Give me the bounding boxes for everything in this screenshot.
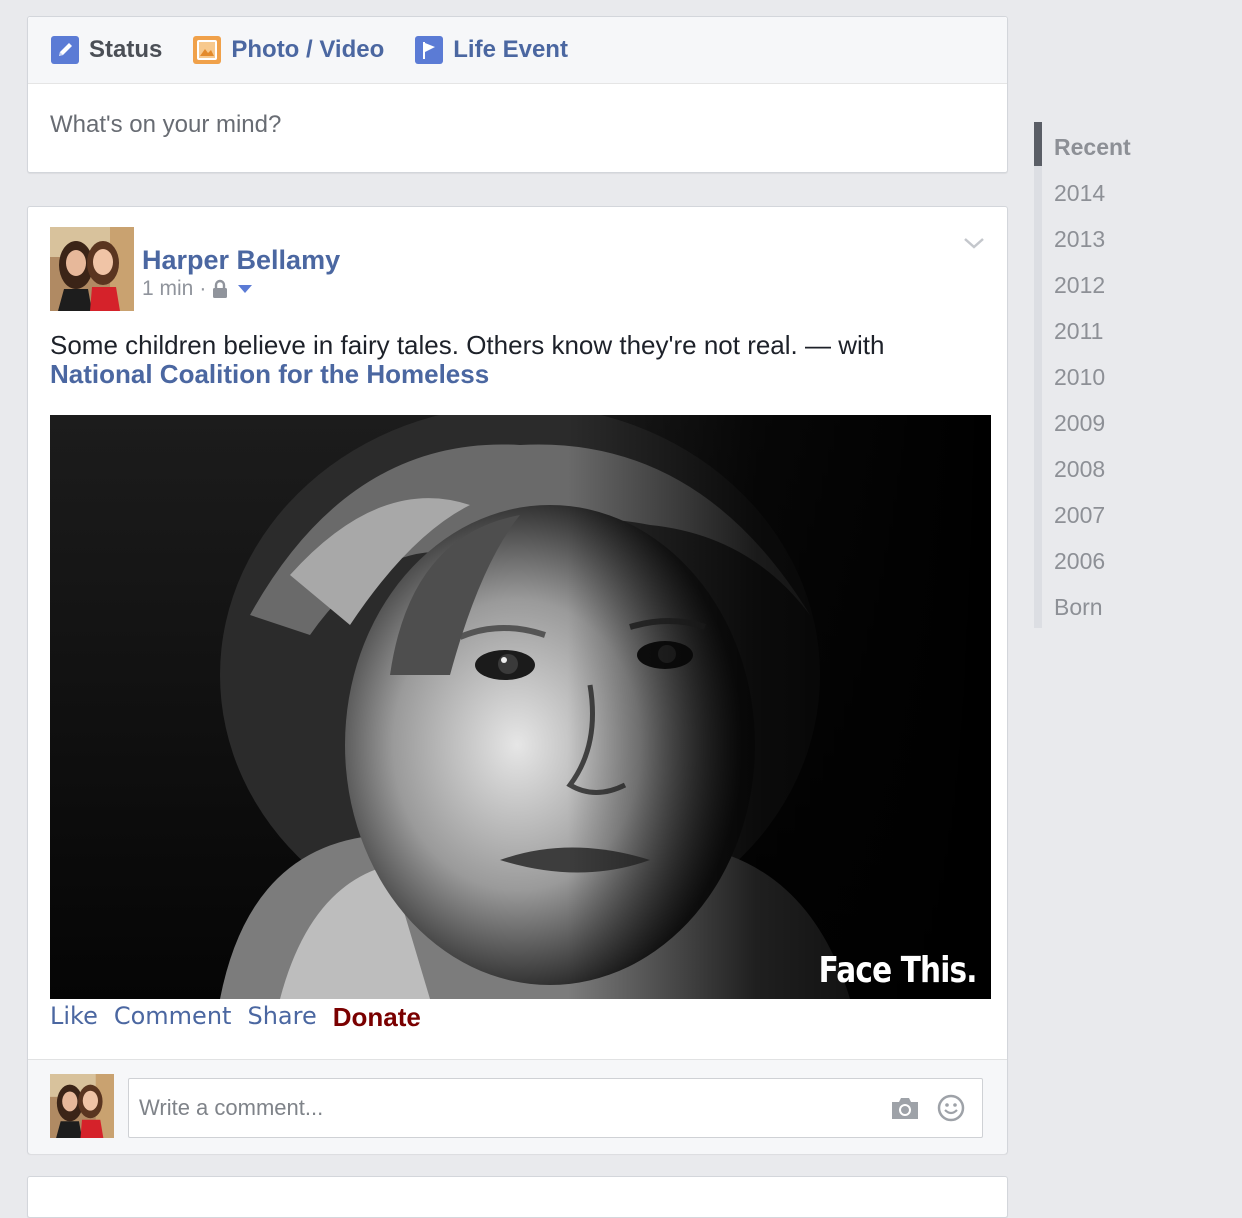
comment-placeholder: Write a comment... xyxy=(139,1095,324,1120)
tab-photo-video[interactable]: Photo / Video xyxy=(192,35,384,65)
timeline-item-2009[interactable]: 2009 xyxy=(1054,408,1131,454)
photo-icon xyxy=(193,36,222,64)
post-meta: 1 min · xyxy=(142,277,253,301)
timeline-rail-active xyxy=(1034,122,1042,166)
timeline-rail xyxy=(1034,122,1042,628)
camera-icon[interactable] xyxy=(890,1095,920,1121)
composer-tabs: Status Photo / Video Life Event xyxy=(28,17,1007,84)
timeline-item-recent[interactable]: Recent xyxy=(1054,132,1131,178)
flag-icon xyxy=(415,36,444,64)
photo-caption-overlay: Face This. xyxy=(818,950,978,991)
next-post-card xyxy=(27,1176,1008,1218)
post-message: Some children believe in fairy tales. Ot… xyxy=(50,330,885,360)
post-actions: Like Comment Share Donate xyxy=(50,1002,437,1033)
timeline-item-2012[interactable]: 2012 xyxy=(1054,270,1131,316)
emoji-icon[interactable] xyxy=(936,1093,966,1123)
feed-post: Harper Bellamy 1 min · Some children bel… xyxy=(27,206,1008,1154)
tab-photo-video-label: Photo / Video xyxy=(231,36,385,63)
post-author[interactable]: Harper Bellamy xyxy=(142,245,340,276)
timeline-item-2006[interactable]: 2006 xyxy=(1054,546,1131,592)
comment-area: Write a comment... xyxy=(28,1059,1007,1154)
lock-icon xyxy=(213,279,228,298)
status-composer: Status Photo / Video Life Event What's o… xyxy=(27,16,1008,173)
status-input[interactable]: What's on your mind? xyxy=(50,111,281,139)
donate-button[interactable]: Donate xyxy=(333,1002,421,1033)
tab-status-label: Status xyxy=(89,36,163,63)
tab-life-event-label: Life Event xyxy=(453,36,568,63)
post-text: Some children believe in fairy tales. Ot… xyxy=(50,331,950,389)
comment-input[interactable]: Write a comment... xyxy=(128,1078,983,1138)
like-button[interactable]: Like xyxy=(50,1002,98,1033)
tagged-page-link[interactable]: National Coalition for the Homeless xyxy=(50,359,489,389)
timeline-item-born[interactable]: Born xyxy=(1054,592,1131,638)
timeline-item-2011[interactable]: 2011 xyxy=(1054,316,1131,362)
timeline-list: Recent 2014 2013 2012 2011 2010 2009 200… xyxy=(1054,132,1131,638)
post-photo[interactable]: Face This. xyxy=(50,415,991,999)
audience-caret-icon[interactable] xyxy=(238,284,253,294)
timeline-item-2014[interactable]: 2014 xyxy=(1054,178,1131,224)
child-portrait-image xyxy=(50,415,991,999)
chevron-down-icon[interactable] xyxy=(961,233,987,253)
comment-button[interactable]: Comment xyxy=(114,1002,232,1033)
post-timestamp[interactable]: 1 min xyxy=(142,277,193,301)
tab-status[interactable]: Status xyxy=(50,35,162,65)
timeline-item-2007[interactable]: 2007 xyxy=(1054,500,1131,546)
share-button[interactable]: Share xyxy=(247,1002,316,1033)
tab-life-event[interactable]: Life Event xyxy=(414,35,568,65)
timeline-item-2013[interactable]: 2013 xyxy=(1054,224,1131,270)
timeline-item-2008[interactable]: 2008 xyxy=(1054,454,1131,500)
commenter-avatar xyxy=(50,1074,114,1138)
timeline-item-2010[interactable]: 2010 xyxy=(1054,362,1131,408)
pencil-icon xyxy=(51,36,79,64)
meta-separator: · xyxy=(199,277,207,300)
author-avatar[interactable] xyxy=(50,227,134,311)
